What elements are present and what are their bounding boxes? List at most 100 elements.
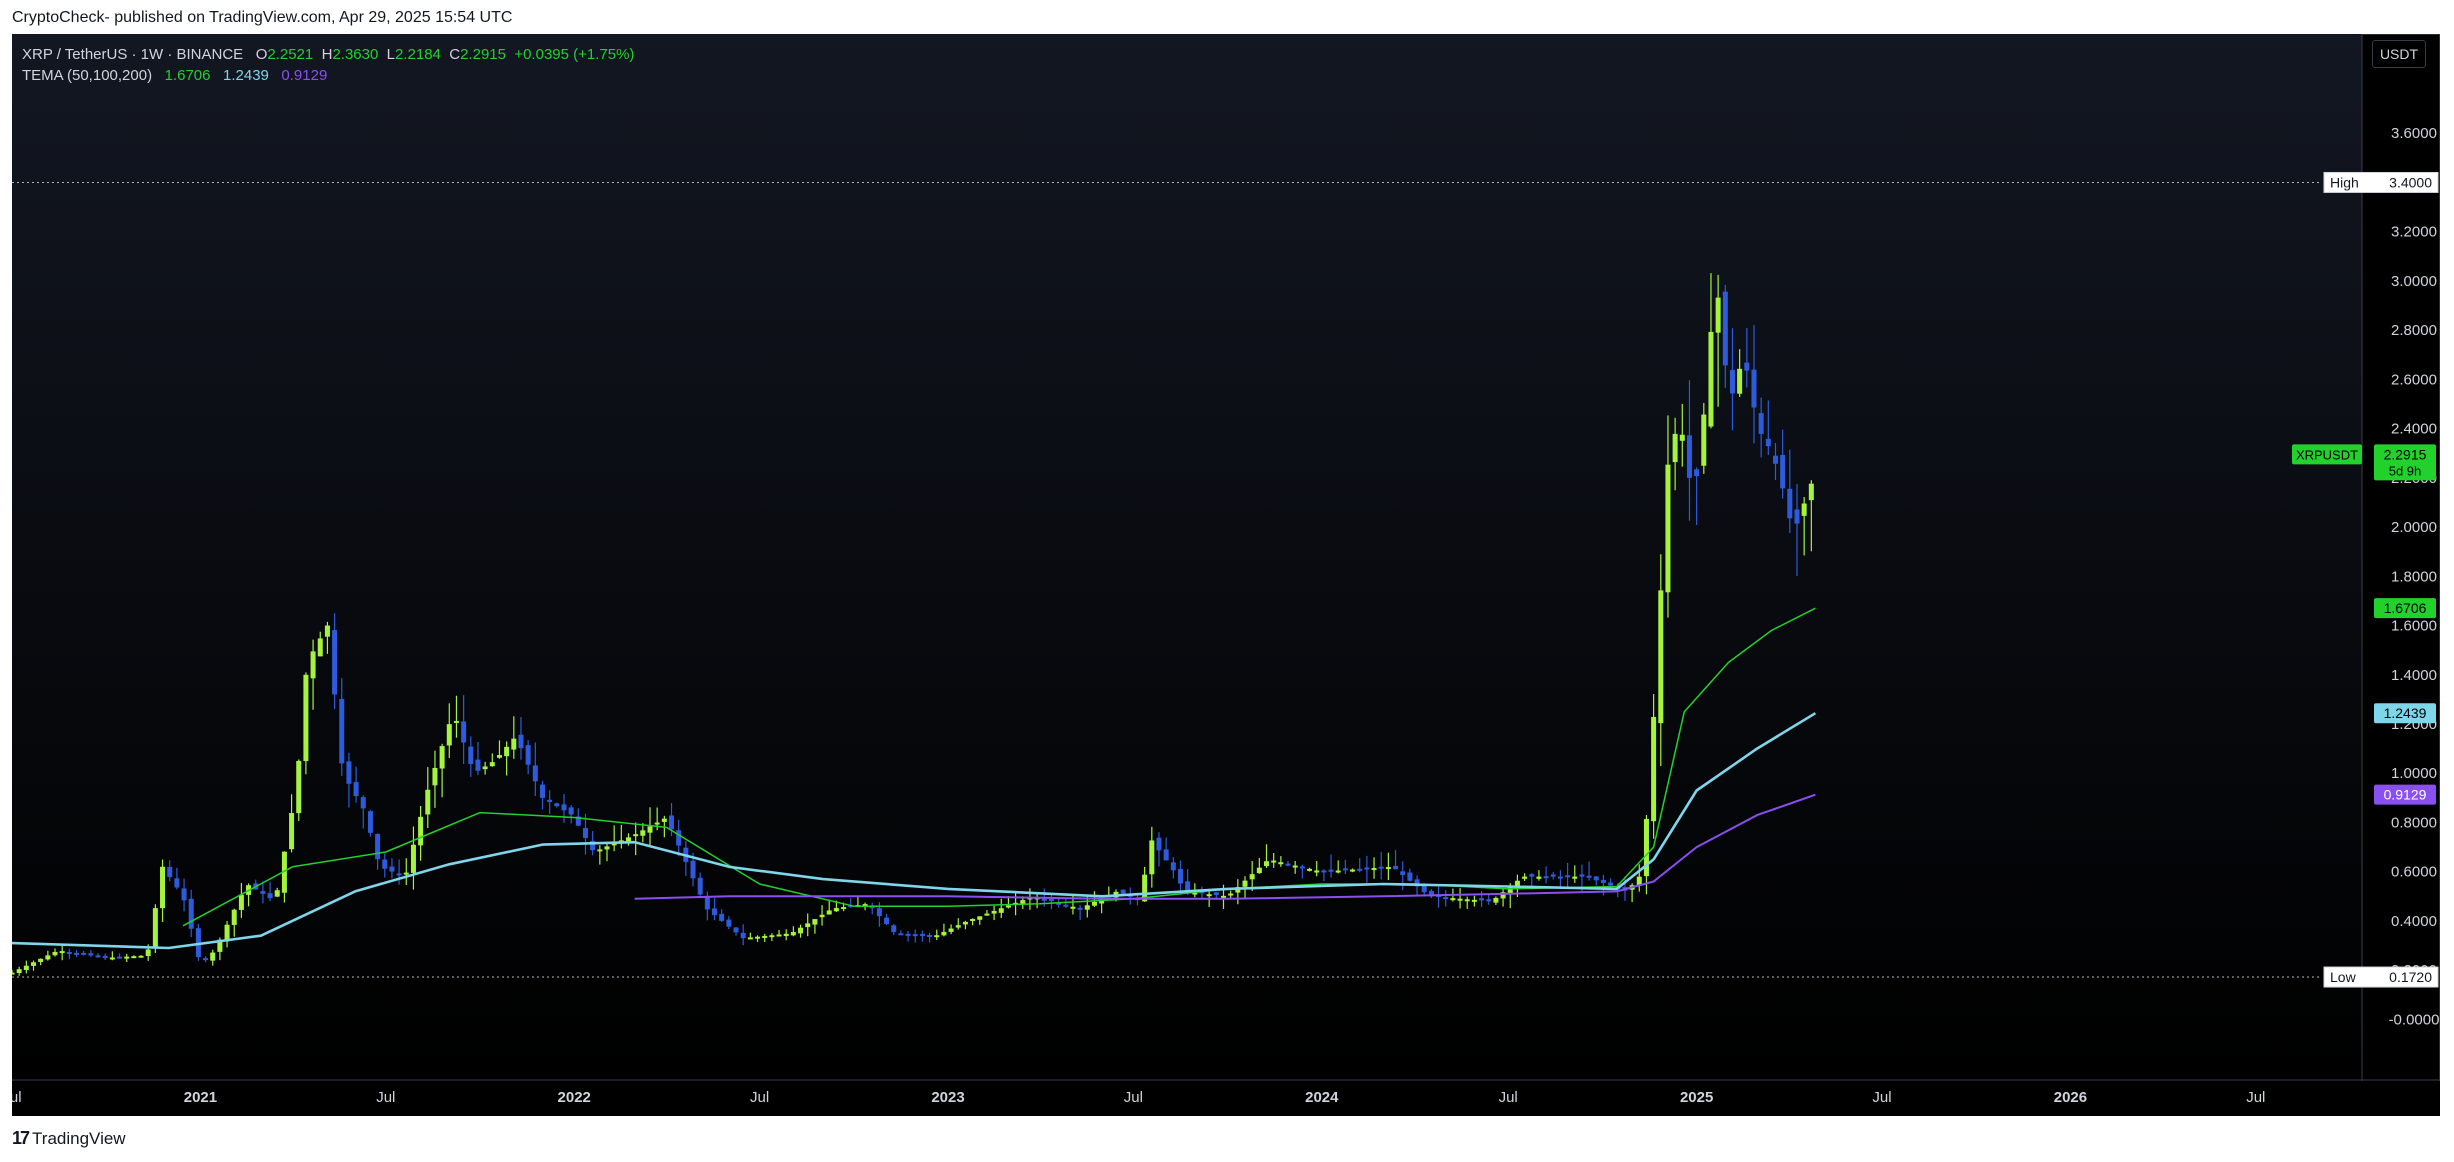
candle-body-down: [1608, 882, 1614, 886]
candle-body-down: [1529, 874, 1535, 877]
candle-body-down: [1077, 907, 1083, 910]
y-tick-label: 2.8000: [2391, 322, 2437, 339]
close-value: 2.2915: [460, 46, 506, 63]
candle-body-down: [927, 934, 933, 937]
symbol-label[interactable]: XRP / TetherUS · 1W · BINANCE: [22, 46, 243, 63]
candle-body-down: [1787, 488, 1793, 519]
tradingview-logo[interactable]: 17 TradingView: [12, 1128, 126, 1149]
candle-body-down: [525, 745, 531, 765]
candle-body-up: [640, 830, 646, 836]
candle-body-up: [776, 934, 782, 937]
candle-body-up: [661, 818, 667, 822]
candle-body-down: [568, 807, 574, 815]
x-tick-label: Jul: [2246, 1089, 2265, 1106]
x-tick-label: Jul: [1872, 1089, 1891, 1106]
candle-body-down: [547, 799, 553, 803]
candle-body-down: [367, 811, 373, 833]
candle-body-up: [934, 935, 940, 938]
candle-body-down: [905, 933, 911, 936]
candle-body-down: [884, 917, 890, 925]
candle-body-down: [1565, 875, 1571, 878]
candle-body-down: [1156, 837, 1162, 851]
tema-100-value: 1.2439: [223, 67, 269, 84]
candle-body-up: [826, 910, 832, 915]
candle-body-up: [1335, 870, 1341, 873]
price-chart[interactable]: 3.60003.20003.00002.80002.60002.40002.20…: [12, 34, 2440, 1116]
candle-body-down: [1177, 869, 1183, 884]
candle-body-up: [489, 762, 495, 767]
candle-body-up: [59, 951, 65, 954]
y-tick-label: 2.6000: [2391, 371, 2437, 388]
candle-body-down: [174, 878, 180, 888]
candle-body-up: [504, 746, 510, 757]
candle-body-down: [382, 859, 388, 869]
candle-body-down: [582, 828, 589, 838]
candle-body-up: [1672, 433, 1678, 463]
candle-body-up: [604, 846, 610, 850]
candle-body-down: [1170, 862, 1176, 871]
candle-body-down: [898, 933, 904, 936]
x-tick-label: 2026: [2054, 1089, 2087, 1106]
currency-unit-button[interactable]: USDT: [2372, 40, 2426, 68]
candle-body-down: [1600, 879, 1606, 883]
published-by-text: CryptoCheck- published on TradingView.co…: [12, 9, 513, 26]
candle-body-up: [941, 931, 947, 936]
candle-body-up: [1808, 483, 1814, 501]
x-tick-label: 2023: [931, 1089, 964, 1106]
candle-body-down: [1479, 898, 1485, 901]
candle-body-down: [697, 877, 703, 895]
candle-body-down: [181, 888, 187, 901]
candle-body-up: [962, 921, 968, 925]
y-tick-label: 0.6000: [2391, 864, 2437, 881]
y-tick-label: 3.0000: [2391, 273, 2437, 290]
indicator-label[interactable]: TEMA (50,100,200): [22, 67, 152, 84]
candle-body-up: [432, 767, 438, 786]
candle-body-down: [676, 830, 682, 846]
x-tick-label: Jul: [750, 1089, 769, 1106]
high-line-tag-label: High: [2330, 174, 2359, 190]
candle-body-up: [496, 755, 502, 758]
low-value: 2.2184: [395, 46, 441, 63]
candle-body-down: [1299, 866, 1305, 869]
candle-body-up: [1737, 368, 1743, 394]
candle-body-down: [712, 908, 718, 916]
change-value: +0.0395 (+1.75%): [514, 46, 635, 63]
candle-body-down: [1593, 876, 1599, 881]
candle-body-up: [425, 789, 431, 815]
candle-body-up: [597, 849, 603, 852]
candle-body-down: [690, 860, 696, 879]
tema-tag-value-2: 1.2439: [2384, 705, 2427, 721]
candle-body-up: [238, 894, 244, 910]
candle-body-up: [647, 826, 653, 833]
candle-body-up: [1493, 897, 1499, 903]
candle-body-down: [726, 919, 732, 927]
candle-body-up: [296, 760, 302, 814]
candle-body-down: [88, 953, 94, 956]
candle-body-up: [453, 720, 459, 723]
candle-body-up: [289, 813, 295, 850]
candle-body-up: [747, 937, 753, 940]
plot-area[interactable]: [12, 34, 2362, 1080]
candle-body-down: [891, 925, 897, 933]
candle-body-down: [396, 873, 402, 876]
candle-body-down: [167, 867, 173, 878]
candle-body-down: [1794, 509, 1800, 524]
candle-body-up: [1536, 876, 1542, 879]
candle-body-up: [1471, 899, 1477, 902]
candle-body-down: [353, 782, 359, 797]
candle-body-up: [1679, 434, 1685, 441]
candle-body-up: [1206, 894, 1212, 897]
candle-body-down: [375, 833, 381, 860]
high-key: H: [321, 46, 333, 63]
candle-body-up: [991, 910, 997, 914]
low-line-tag-value: 0.1720: [2389, 969, 2432, 985]
candle-body-up: [160, 866, 166, 909]
x-tick-label: 2025: [1680, 1089, 1713, 1106]
candle-body-down: [468, 746, 474, 764]
candle-body-up: [231, 909, 237, 925]
candle-body-up: [1264, 861, 1270, 867]
current-price-value: 2.2915: [2384, 446, 2427, 462]
candle-body-down: [1550, 874, 1556, 877]
candle-body-up: [1701, 414, 1707, 466]
candle-body-up: [1385, 867, 1391, 870]
